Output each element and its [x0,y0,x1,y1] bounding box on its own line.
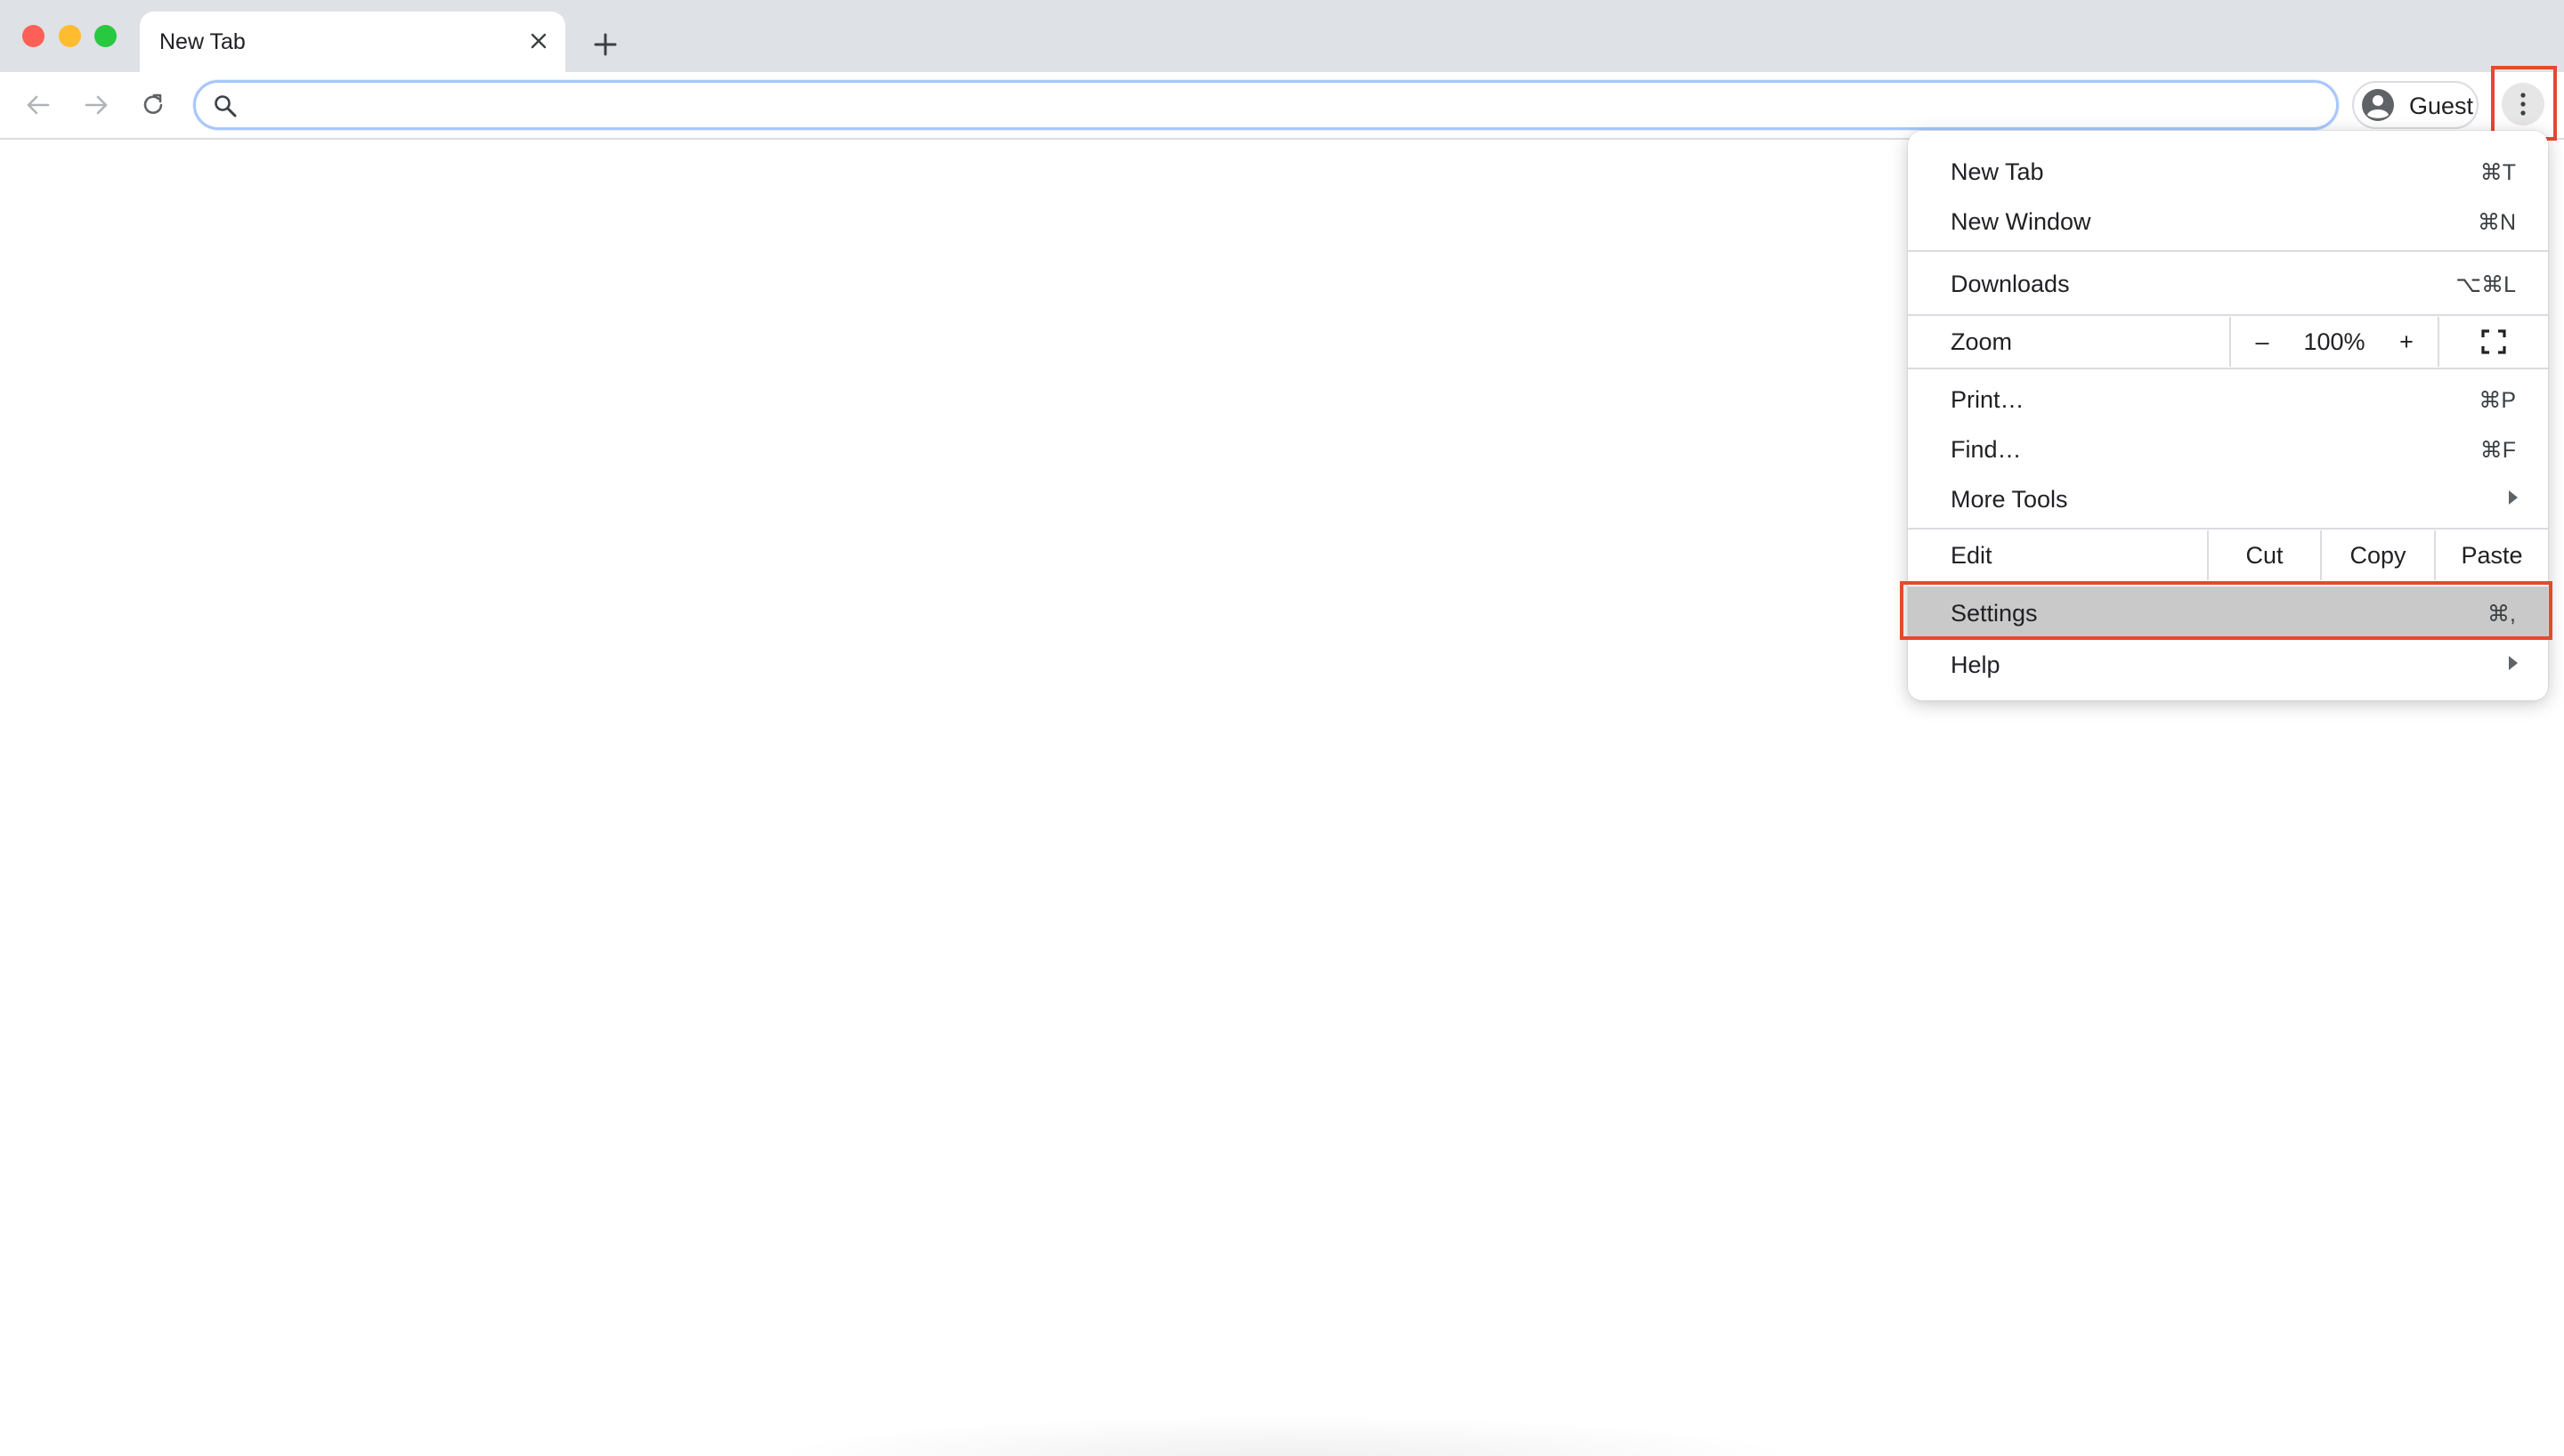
tab-title: New Tab [159,29,246,54]
forward-arrow-icon[interactable] [76,85,117,125]
copy-button[interactable]: Copy [2322,530,2434,580]
menu-divider [1908,314,2548,316]
menu-item-shortcut: ⌘, [2487,602,2516,627]
tab-strip: New Tab [0,0,2564,72]
menu-item-label: New Window [1951,208,2091,235]
menu-item-shortcut: ⌘P [2479,388,2516,413]
menu-row-zoom: Zoom – 100% + [1908,317,2548,367]
menu-item-shortcut: ⌘T [2479,160,2516,185]
menu-item-shortcut: ⌥⌘L [2455,272,2516,297]
menu-item-label: Downloads [1951,271,2070,297]
menu-item-label: New Tab [1951,158,2044,185]
address-input[interactable] [249,88,2318,124]
submenu-arrow-icon [2509,490,2518,505]
menu-item-label: Find… [1951,436,2022,463]
menu-item-shortcut: ⌘F [2479,438,2516,463]
zoom-out-button[interactable]: – [2231,317,2293,367]
bottom-shadow [766,1415,1798,1456]
submenu-arrow-icon [2509,656,2518,670]
menu-item-label: More Tools [1951,486,2068,513]
new-tab-plus-icon[interactable] [586,25,625,64]
menu-item-label: Help [1951,651,2000,678]
cut-button[interactable]: Cut [2209,530,2320,580]
menu-item-find[interactable]: Find… ⌘F [1908,423,2548,473]
paste-button[interactable]: Paste [2436,530,2548,580]
menu-row-edit: Edit Cut Copy Paste [1908,530,2548,580]
zoom-label: Zoom [1951,328,2013,355]
back-arrow-icon[interactable] [18,85,59,125]
zoom-in-button[interactable]: + [2375,317,2438,367]
menu-item-label: Settings [1951,600,2038,627]
address-bar[interactable] [193,80,2339,130]
avatar-icon [2361,88,2395,122]
menu-item-new-tab[interactable]: New Tab ⌘T [1908,145,2548,195]
reload-icon[interactable] [133,85,174,125]
menu-divider [1908,368,2548,369]
menu-item-more-tools[interactable]: More Tools [1908,473,2548,522]
profile-label: Guest [2409,93,2474,119]
browser-menu: New Tab ⌘T New Window ⌘N Downloads ⌥⌘L Z… [1908,131,2548,700]
three-dots-icon [2520,93,2526,116]
more-menu-button[interactable] [2502,83,2544,125]
close-window-button[interactable] [22,25,45,47]
toolbar: Guest [0,72,2564,140]
menu-item-downloads[interactable]: Downloads ⌥⌘L [1908,257,2548,307]
menu-item-print[interactable]: Print… ⌘P [1908,373,2548,423]
search-icon [212,93,239,119]
menu-divider [1908,250,2548,252]
zoom-level: 100% [2303,328,2365,355]
zoom-window-button[interactable] [94,25,117,47]
menu-divider [1908,528,2548,530]
menu-item-new-window[interactable]: New Window ⌘N [1908,195,2548,245]
menu-item-settings[interactable]: Settings ⌘, [1908,586,2548,638]
menu-divider [1908,581,2548,583]
fullscreen-icon[interactable] [2439,317,2548,367]
menu-item-shortcut: ⌘N [2477,210,2516,235]
tab-new-tab[interactable]: New Tab [140,12,565,72]
profile-button[interactable]: Guest [2352,81,2479,129]
menu-item-help[interactable]: Help [1908,638,2548,688]
menu-item-label: Print… [1951,386,2024,413]
tab-close-icon[interactable] [524,27,553,55]
minimize-window-button[interactable] [59,25,81,47]
edit-label: Edit [1951,541,1992,569]
